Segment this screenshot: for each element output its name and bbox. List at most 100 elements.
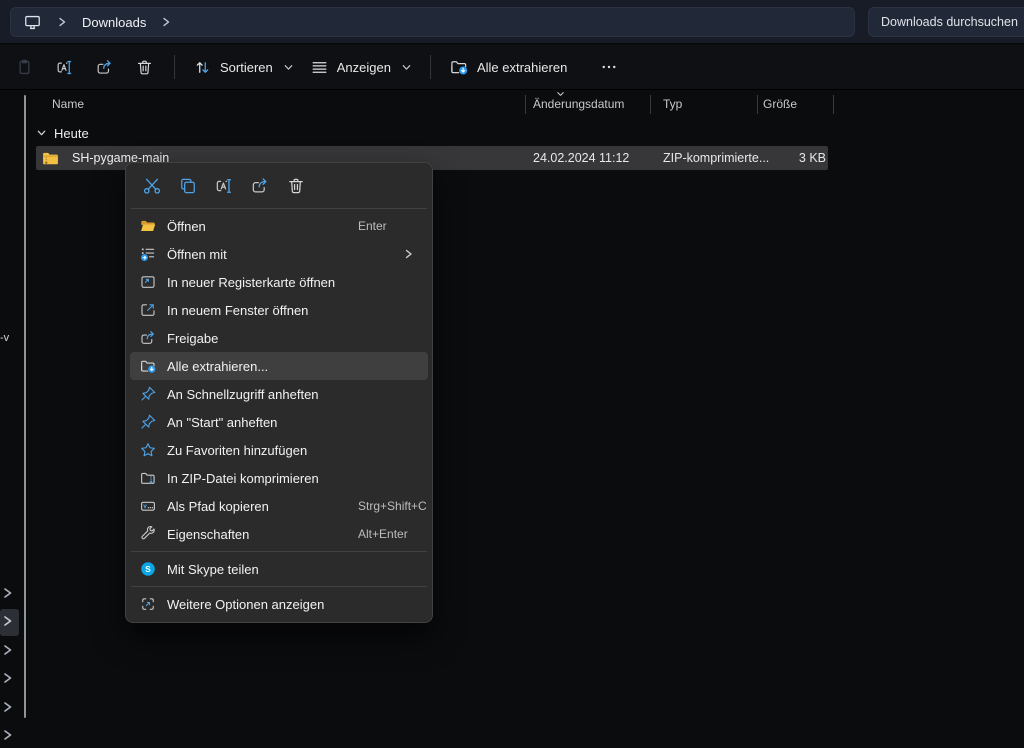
extract-all-label: Alle extrahieren [477, 60, 567, 75]
group-header-label: Heute [54, 126, 89, 141]
column-header-row: Name Änderungsdatum Typ Größe [26, 93, 1024, 117]
delete-button[interactable] [124, 49, 164, 85]
tree-expand-chevron-icon[interactable] [1, 728, 17, 746]
column-separator[interactable] [650, 95, 651, 114]
menu-item-share[interactable]: Freigabe [130, 324, 428, 352]
menu-item-label: Mit Skype teilen [167, 562, 259, 577]
rename-button[interactable] [44, 49, 84, 85]
tree-expand-chevron-icon[interactable] [1, 671, 17, 689]
share-button[interactable] [84, 49, 124, 85]
search-box[interactable] [868, 7, 1024, 37]
tree-expand-chevron-icon[interactable] [1, 700, 17, 718]
computer-icon[interactable] [23, 13, 42, 32]
column-separator[interactable] [757, 95, 758, 114]
menu-item-show-more-options[interactable]: Weitere Optionen anzeigen [130, 590, 428, 618]
title-bar: Downloads [0, 0, 1024, 44]
search-input[interactable] [881, 15, 1024, 29]
properties-wrench-icon [139, 525, 157, 543]
more-options-icon [600, 58, 618, 76]
menu-item-label: An Schnellzugriff anheften [167, 387, 319, 402]
breadcrumb-item-downloads[interactable]: Downloads [82, 15, 146, 30]
pin-icon [139, 413, 157, 431]
column-header-modified[interactable]: Änderungsdatum [533, 97, 624, 111]
menu-item-open-with[interactable]: Öffnen mit [130, 240, 428, 268]
menu-item-open[interactable]: Öffnen Enter [130, 212, 428, 240]
menu-item-shortcut: Enter [358, 219, 387, 233]
star-icon [139, 441, 157, 459]
menu-item-properties[interactable]: Eigenschaften Alt+Enter [130, 520, 428, 548]
svg-text:S: S [145, 565, 151, 574]
rename-button[interactable] [214, 176, 234, 196]
column-header-size[interactable]: Größe [763, 97, 797, 111]
cut-button[interactable] [142, 176, 162, 196]
menu-item-label: An "Start" anheften [167, 415, 277, 430]
show-more-icon [139, 595, 157, 613]
file-explorer-window: Downloads [0, 0, 1024, 748]
delete-icon [135, 58, 154, 77]
share-button[interactable] [250, 176, 270, 196]
copy-path-icon [139, 497, 157, 515]
view-dropdown-label: Anzeigen [337, 60, 391, 75]
chevron-down-icon [283, 62, 294, 73]
column-header-name[interactable]: Name [52, 97, 84, 111]
menu-item-shortcut: Alt+Enter [358, 527, 408, 541]
menu-item-label: In ZIP-Datei komprimieren [167, 471, 319, 486]
new-window-icon [139, 301, 157, 319]
menu-item-compress-zip[interactable]: In ZIP-Datei komprimieren [130, 464, 428, 492]
menu-item-share-skype[interactable]: S Mit Skype teilen [130, 555, 428, 583]
menu-item-label: Weitere Optionen anzeigen [167, 597, 324, 612]
view-dropdown-button[interactable]: Anzeigen [302, 49, 420, 85]
view-icon [310, 58, 329, 77]
context-menu: Öffnen Enter Öffnen mit [125, 162, 433, 623]
menu-item-label: In neuem Fenster öffnen [167, 303, 308, 318]
group-header-today[interactable]: Heute [36, 122, 89, 144]
open-with-icon [139, 245, 157, 263]
menu-item-pin-start[interactable]: An "Start" anheften [130, 408, 428, 436]
menu-item-label: Öffnen [167, 219, 206, 234]
menu-item-open-new-tab[interactable]: In neuer Registerkarte öffnen [130, 268, 428, 296]
pin-icon [139, 385, 157, 403]
copy-button[interactable] [178, 176, 198, 196]
menu-item-label: Öffnen mit [167, 247, 227, 262]
quick-actions-row [130, 167, 428, 205]
menu-divider [131, 586, 427, 587]
menu-item-pin-quick-access[interactable]: An Schnellzugriff anheften [130, 380, 428, 408]
share-icon [139, 329, 157, 347]
navigation-pane: -v [0, 90, 26, 748]
menu-item-shortcut: Strg+Shift+C [358, 499, 427, 513]
extract-all-button[interactable]: Alle extrahieren [441, 49, 575, 85]
menu-item-copy-as-path[interactable]: Als Pfad kopieren Strg+Shift+C [130, 492, 428, 520]
delete-button[interactable] [286, 176, 306, 196]
open-folder-icon [139, 217, 157, 235]
menu-item-label: Zu Favoriten hinzufügen [167, 443, 307, 458]
sort-dropdown-button[interactable]: Sortieren [185, 49, 302, 85]
paste-icon [15, 58, 34, 77]
tree-item-label-cutoff: -v [0, 332, 9, 344]
more-options-button[interactable] [589, 49, 629, 85]
share-icon [95, 58, 114, 77]
new-tab-icon [139, 273, 157, 291]
address-bar[interactable]: Downloads [10, 7, 855, 37]
breadcrumb-chevron-icon[interactable] [161, 16, 171, 28]
menu-item-add-favorites[interactable]: Zu Favoriten hinzufügen [130, 436, 428, 464]
column-separator[interactable] [525, 95, 526, 114]
tree-expand-chevron-icon[interactable] [1, 643, 17, 661]
zip-folder-icon [42, 150, 59, 166]
tree-expand-chevron-icon[interactable] [1, 614, 17, 632]
submenu-chevron-icon [403, 248, 414, 260]
command-toolbar: Sortieren Anzeigen [0, 45, 1024, 90]
menu-item-open-new-window[interactable]: In neuem Fenster öffnen [130, 296, 428, 324]
toolbar-separator [174, 55, 175, 79]
column-separator[interactable] [833, 95, 834, 114]
extract-all-icon [139, 357, 157, 375]
menu-item-label: Eigenschaften [167, 527, 249, 542]
tree-expand-chevron-icon[interactable] [1, 586, 17, 604]
toolbar-separator [430, 55, 431, 79]
column-header-type[interactable]: Typ [663, 97, 682, 111]
menu-item-extract-all[interactable]: Alle extrahieren... [130, 352, 428, 380]
chevron-down-icon [401, 62, 412, 73]
menu-divider [131, 551, 427, 552]
sort-dropdown-label: Sortieren [220, 60, 273, 75]
paste-button[interactable] [4, 49, 44, 85]
menu-item-label: Freigabe [167, 331, 218, 346]
